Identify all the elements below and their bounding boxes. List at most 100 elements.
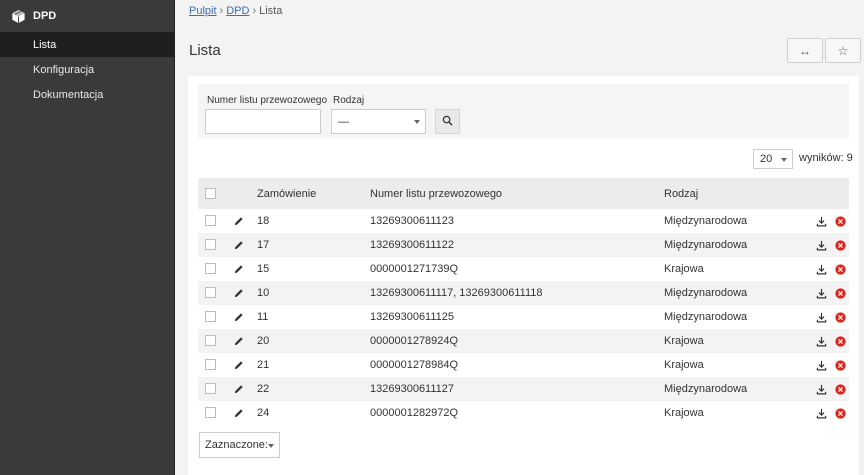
expand-width-button[interactable]: ↔	[787, 38, 823, 63]
download-icon[interactable]	[816, 240, 827, 251]
pencil-icon[interactable]	[232, 257, 246, 281]
order-id: 10	[257, 287, 270, 299]
waybill-number: 0000001271739Q	[370, 263, 459, 275]
bulk-actions-select[interactable]: Zaznaczone:	[199, 432, 280, 458]
brand[interactable]: DPD	[0, 0, 174, 32]
per-page-select[interactable]: 20	[753, 149, 793, 169]
delete-icon[interactable]	[835, 263, 846, 275]
delete-icon[interactable]	[835, 287, 846, 299]
select-all-checkbox[interactable]	[205, 187, 216, 199]
page-title: Lista	[189, 42, 221, 59]
delete-icon[interactable]	[835, 239, 846, 251]
table-header: Zamówienie Numer listu przewozowego Rodz…	[198, 178, 849, 209]
horizontal-arrows-icon: ↔	[799, 43, 811, 58]
download-icon[interactable]	[816, 312, 827, 323]
table-row: 11 13269300611125 Międzynarodowa	[198, 305, 849, 329]
filter-type-value: —	[338, 115, 349, 128]
delete-icon[interactable]	[835, 359, 846, 371]
caret-down-icon	[781, 158, 787, 162]
shipment-type: Międzynarodowa	[664, 215, 748, 227]
download-icon[interactable]	[816, 360, 827, 371]
row-actions	[816, 305, 846, 329]
sidebar-item-konfiguracja[interactable]: Konfiguracja	[0, 57, 174, 82]
sidebar-item-dokumentacja[interactable]: Dokumentacja	[0, 82, 174, 107]
results-count: wyników: 9	[799, 152, 853, 164]
breadcrumb-current: Lista	[259, 5, 283, 17]
per-page-value: 20	[760, 153, 773, 165]
caret-down-icon	[268, 444, 274, 448]
order-id: 15	[257, 263, 270, 275]
delete-icon[interactable]	[835, 407, 846, 419]
filter-type-select[interactable]: —	[331, 109, 426, 134]
row-actions	[816, 401, 846, 425]
row-checkbox[interactable]	[205, 287, 216, 298]
row-checkbox[interactable]	[205, 383, 216, 394]
dpd-cube-icon	[11, 9, 26, 24]
brand-name: DPD	[33, 10, 57, 22]
delete-icon[interactable]	[835, 335, 846, 347]
waybill-number: 13269300611123	[370, 215, 455, 227]
filter-number-label: Numer listu przewozowego	[207, 95, 328, 106]
order-id: 18	[257, 215, 270, 227]
pencil-icon[interactable]	[232, 233, 246, 257]
download-icon[interactable]	[816, 336, 827, 347]
download-icon[interactable]	[816, 384, 827, 395]
pencil-icon[interactable]	[232, 305, 246, 329]
table-row: 20 0000001278924Q Krajowa	[198, 329, 849, 353]
sidebar-item-lista[interactable]: Lista	[0, 32, 174, 57]
row-checkbox[interactable]	[205, 215, 216, 226]
waybill-number: 0000001278924Q	[370, 335, 459, 347]
filters-bar: Numer listu przewozowego Rodzaj —	[198, 84, 849, 138]
order-id: 22	[257, 383, 270, 395]
row-actions	[816, 281, 846, 305]
row-checkbox[interactable]	[205, 311, 216, 322]
pencil-icon[interactable]	[232, 401, 246, 425]
pencil-icon[interactable]	[232, 281, 246, 305]
shipment-type: Krajowa	[664, 335, 704, 347]
column-header-type: Rodzaj	[664, 187, 699, 200]
favorite-button[interactable]: ☆	[825, 38, 861, 63]
main-content: Pulpit › DPD › Lista Lista ↔ ☆ Numer listu p…	[175, 0, 864, 475]
order-id: 17	[257, 239, 270, 251]
sidebar: DPD Lista Konfiguracja Dokumentacja	[0, 0, 175, 475]
column-header-order: Zamówienie	[257, 187, 317, 200]
bulk-actions-label: Zaznaczone:	[205, 439, 268, 451]
table-row: 10 13269300611117, 13269300611118 Między…	[198, 281, 849, 305]
sidebar-item-label: Lista	[33, 38, 57, 51]
star-icon: ☆	[837, 43, 849, 58]
row-checkbox[interactable]	[205, 263, 216, 274]
breadcrumb-separator: ›	[219, 5, 224, 17]
table-row: 18 13269300611123 Międzynarodowa	[198, 209, 849, 233]
row-actions	[816, 353, 846, 377]
delete-icon[interactable]	[835, 383, 846, 395]
download-icon[interactable]	[816, 288, 827, 299]
row-actions	[816, 233, 846, 257]
download-icon[interactable]	[816, 408, 827, 419]
pencil-icon[interactable]	[232, 329, 246, 353]
pencil-icon[interactable]	[232, 209, 246, 233]
pencil-icon[interactable]	[232, 377, 246, 401]
breadcrumb-pulpit[interactable]: Pulpit	[189, 5, 217, 17]
row-checkbox[interactable]	[205, 407, 216, 418]
filter-number-input[interactable]	[205, 109, 321, 134]
row-checkbox[interactable]	[205, 239, 216, 250]
delete-icon[interactable]	[835, 311, 846, 323]
download-icon[interactable]	[816, 264, 827, 275]
download-icon[interactable]	[816, 216, 827, 227]
table-row: 17 13269300611122 Międzynarodowa	[198, 233, 849, 257]
order-id: 11	[257, 311, 269, 323]
sidebar-item-label: Dokumentacja	[33, 88, 104, 101]
waybill-number: 0000001282972Q	[370, 407, 459, 419]
shipment-type: Międzynarodowa	[664, 239, 748, 251]
table-row: 21 0000001278984Q Krajowa	[198, 353, 849, 377]
row-checkbox[interactable]	[205, 359, 216, 370]
table-row: 24 0000001282972Q Krajowa	[198, 401, 849, 425]
delete-icon[interactable]	[835, 215, 846, 227]
table-body: 18 13269300611123 Międzynarodowa 17 1326…	[198, 209, 849, 425]
pencil-icon[interactable]	[232, 353, 246, 377]
order-id: 21	[257, 359, 270, 371]
row-checkbox[interactable]	[205, 335, 216, 346]
breadcrumb-dpd[interactable]: DPD	[226, 5, 249, 17]
shipment-type: Krajowa	[664, 263, 704, 275]
search-button[interactable]	[435, 109, 460, 134]
